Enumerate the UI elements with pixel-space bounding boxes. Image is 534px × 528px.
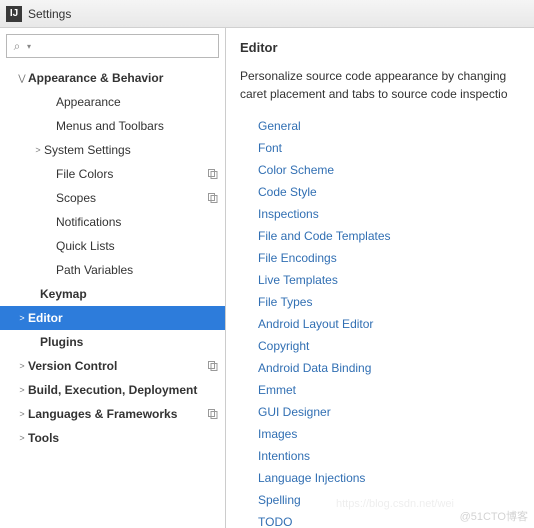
link-file-encodings[interactable]: File Encodings xyxy=(258,247,534,269)
tree-item-label: Appearance xyxy=(56,95,219,109)
tree-item-plugins[interactable]: Plugins xyxy=(0,330,225,354)
link-font[interactable]: Font xyxy=(258,137,534,159)
tree-item-label: Version Control xyxy=(28,359,207,373)
chevron-right-icon[interactable]: > xyxy=(16,433,28,443)
tree-item-languages-frameworks[interactable]: >Languages & Frameworks xyxy=(0,402,225,426)
project-scope-icon xyxy=(207,168,219,180)
tree-item-label: Editor xyxy=(28,311,219,325)
tree-item-path-variables[interactable]: Path Variables xyxy=(0,258,225,282)
search-icon: ⌕ xyxy=(7,39,27,54)
tree-item-scopes[interactable]: Scopes xyxy=(0,186,225,210)
tree-item-editor[interactable]: >Editor xyxy=(0,306,225,330)
link-android-layout-editor[interactable]: Android Layout Editor xyxy=(258,313,534,335)
link-color-scheme[interactable]: Color Scheme xyxy=(258,159,534,181)
search-input[interactable] xyxy=(33,39,218,53)
tree-item-label: Scopes xyxy=(56,191,207,205)
project-scope-icon xyxy=(207,408,219,420)
tree-item-appearance[interactable]: Appearance xyxy=(0,90,225,114)
tree-item-menus-and-toolbars[interactable]: Menus and Toolbars xyxy=(0,114,225,138)
tree-item-label: Path Variables xyxy=(56,263,219,277)
search-row: ⌕ ▾ xyxy=(0,28,225,62)
main-container: ⌕ ▾ ⋁Appearance & Behavior Appearance Menu… xyxy=(0,28,534,528)
link-file-types[interactable]: File Types xyxy=(258,291,534,313)
window-title: Settings xyxy=(28,7,71,21)
content-panel: Editor Personalize source code appearanc… xyxy=(226,28,534,528)
tree-item-label: Languages & Frameworks xyxy=(28,407,207,421)
tree-item-file-colors[interactable]: File Colors xyxy=(0,162,225,186)
link-code-style[interactable]: Code Style xyxy=(258,181,534,203)
link-spelling[interactable]: Spelling xyxy=(258,489,534,511)
link-general[interactable]: General xyxy=(258,115,534,137)
project-scope-icon xyxy=(207,192,219,204)
chevron-right-icon[interactable]: > xyxy=(16,361,28,371)
panel-description: Personalize source code appearance by ch… xyxy=(240,67,534,103)
link-inspections[interactable]: Inspections xyxy=(258,203,534,225)
link-intentions[interactable]: Intentions xyxy=(258,445,534,467)
chevron-down-icon[interactable]: ⋁ xyxy=(16,73,28,84)
titlebar: IJ Settings xyxy=(0,0,534,28)
settings-tree: ⋁Appearance & Behavior Appearance Menus an… xyxy=(0,62,225,460)
link-gui-designer[interactable]: GUI Designer xyxy=(258,401,534,423)
link-live-templates[interactable]: Live Templates xyxy=(258,269,534,291)
tree-item-label: Tools xyxy=(28,431,219,445)
tree-item-notifications[interactable]: Notifications xyxy=(0,210,225,234)
link-images[interactable]: Images xyxy=(258,423,534,445)
tree-item-system-settings[interactable]: >System Settings xyxy=(0,138,225,162)
link-file-and-code-templates[interactable]: File and Code Templates xyxy=(258,225,534,247)
tree-item-label: Menus and Toolbars xyxy=(56,119,219,133)
tree-item-appearance-behavior[interactable]: ⋁Appearance & Behavior xyxy=(0,66,225,90)
link-language-injections[interactable]: Language Injections xyxy=(258,467,534,489)
chevron-right-icon[interactable]: > xyxy=(32,145,44,155)
link-todo[interactable]: TODO xyxy=(258,511,534,528)
tree-item-label: Plugins xyxy=(40,335,219,349)
project-scope-icon xyxy=(207,360,219,372)
tree-item-label: Keymap xyxy=(40,287,219,301)
editor-links: GeneralFontColor SchemeCode StyleInspect… xyxy=(240,115,534,528)
tree-item-build-execution-deployment[interactable]: >Build, Execution, Deployment xyxy=(0,378,225,402)
app-icon: IJ xyxy=(6,6,22,22)
tree-item-version-control[interactable]: >Version Control xyxy=(0,354,225,378)
tree-item-label: Build, Execution, Deployment xyxy=(28,383,219,397)
tree-item-keymap[interactable]: Keymap xyxy=(0,282,225,306)
tree-item-quick-lists[interactable]: Quick Lists xyxy=(0,234,225,258)
chevron-right-icon[interactable]: > xyxy=(16,313,28,323)
link-emmet[interactable]: Emmet xyxy=(258,379,534,401)
tree-item-tools[interactable]: >Tools xyxy=(0,426,225,450)
link-android-data-binding[interactable]: Android Data Binding xyxy=(258,357,534,379)
chevron-right-icon[interactable]: > xyxy=(16,409,28,419)
sidebar: ⌕ ▾ ⋁Appearance & Behavior Appearance Menu… xyxy=(0,28,226,528)
tree-item-label: Appearance & Behavior xyxy=(28,71,219,85)
chevron-right-icon[interactable]: > xyxy=(16,385,28,395)
search-field[interactable]: ⌕ ▾ xyxy=(6,34,219,58)
tree-item-label: File Colors xyxy=(56,167,207,181)
tree-item-label: Notifications xyxy=(56,215,219,229)
tree-item-label: Quick Lists xyxy=(56,239,219,253)
tree-item-label: System Settings xyxy=(44,143,219,157)
link-copyright[interactable]: Copyright xyxy=(258,335,534,357)
panel-heading: Editor xyxy=(240,40,534,55)
